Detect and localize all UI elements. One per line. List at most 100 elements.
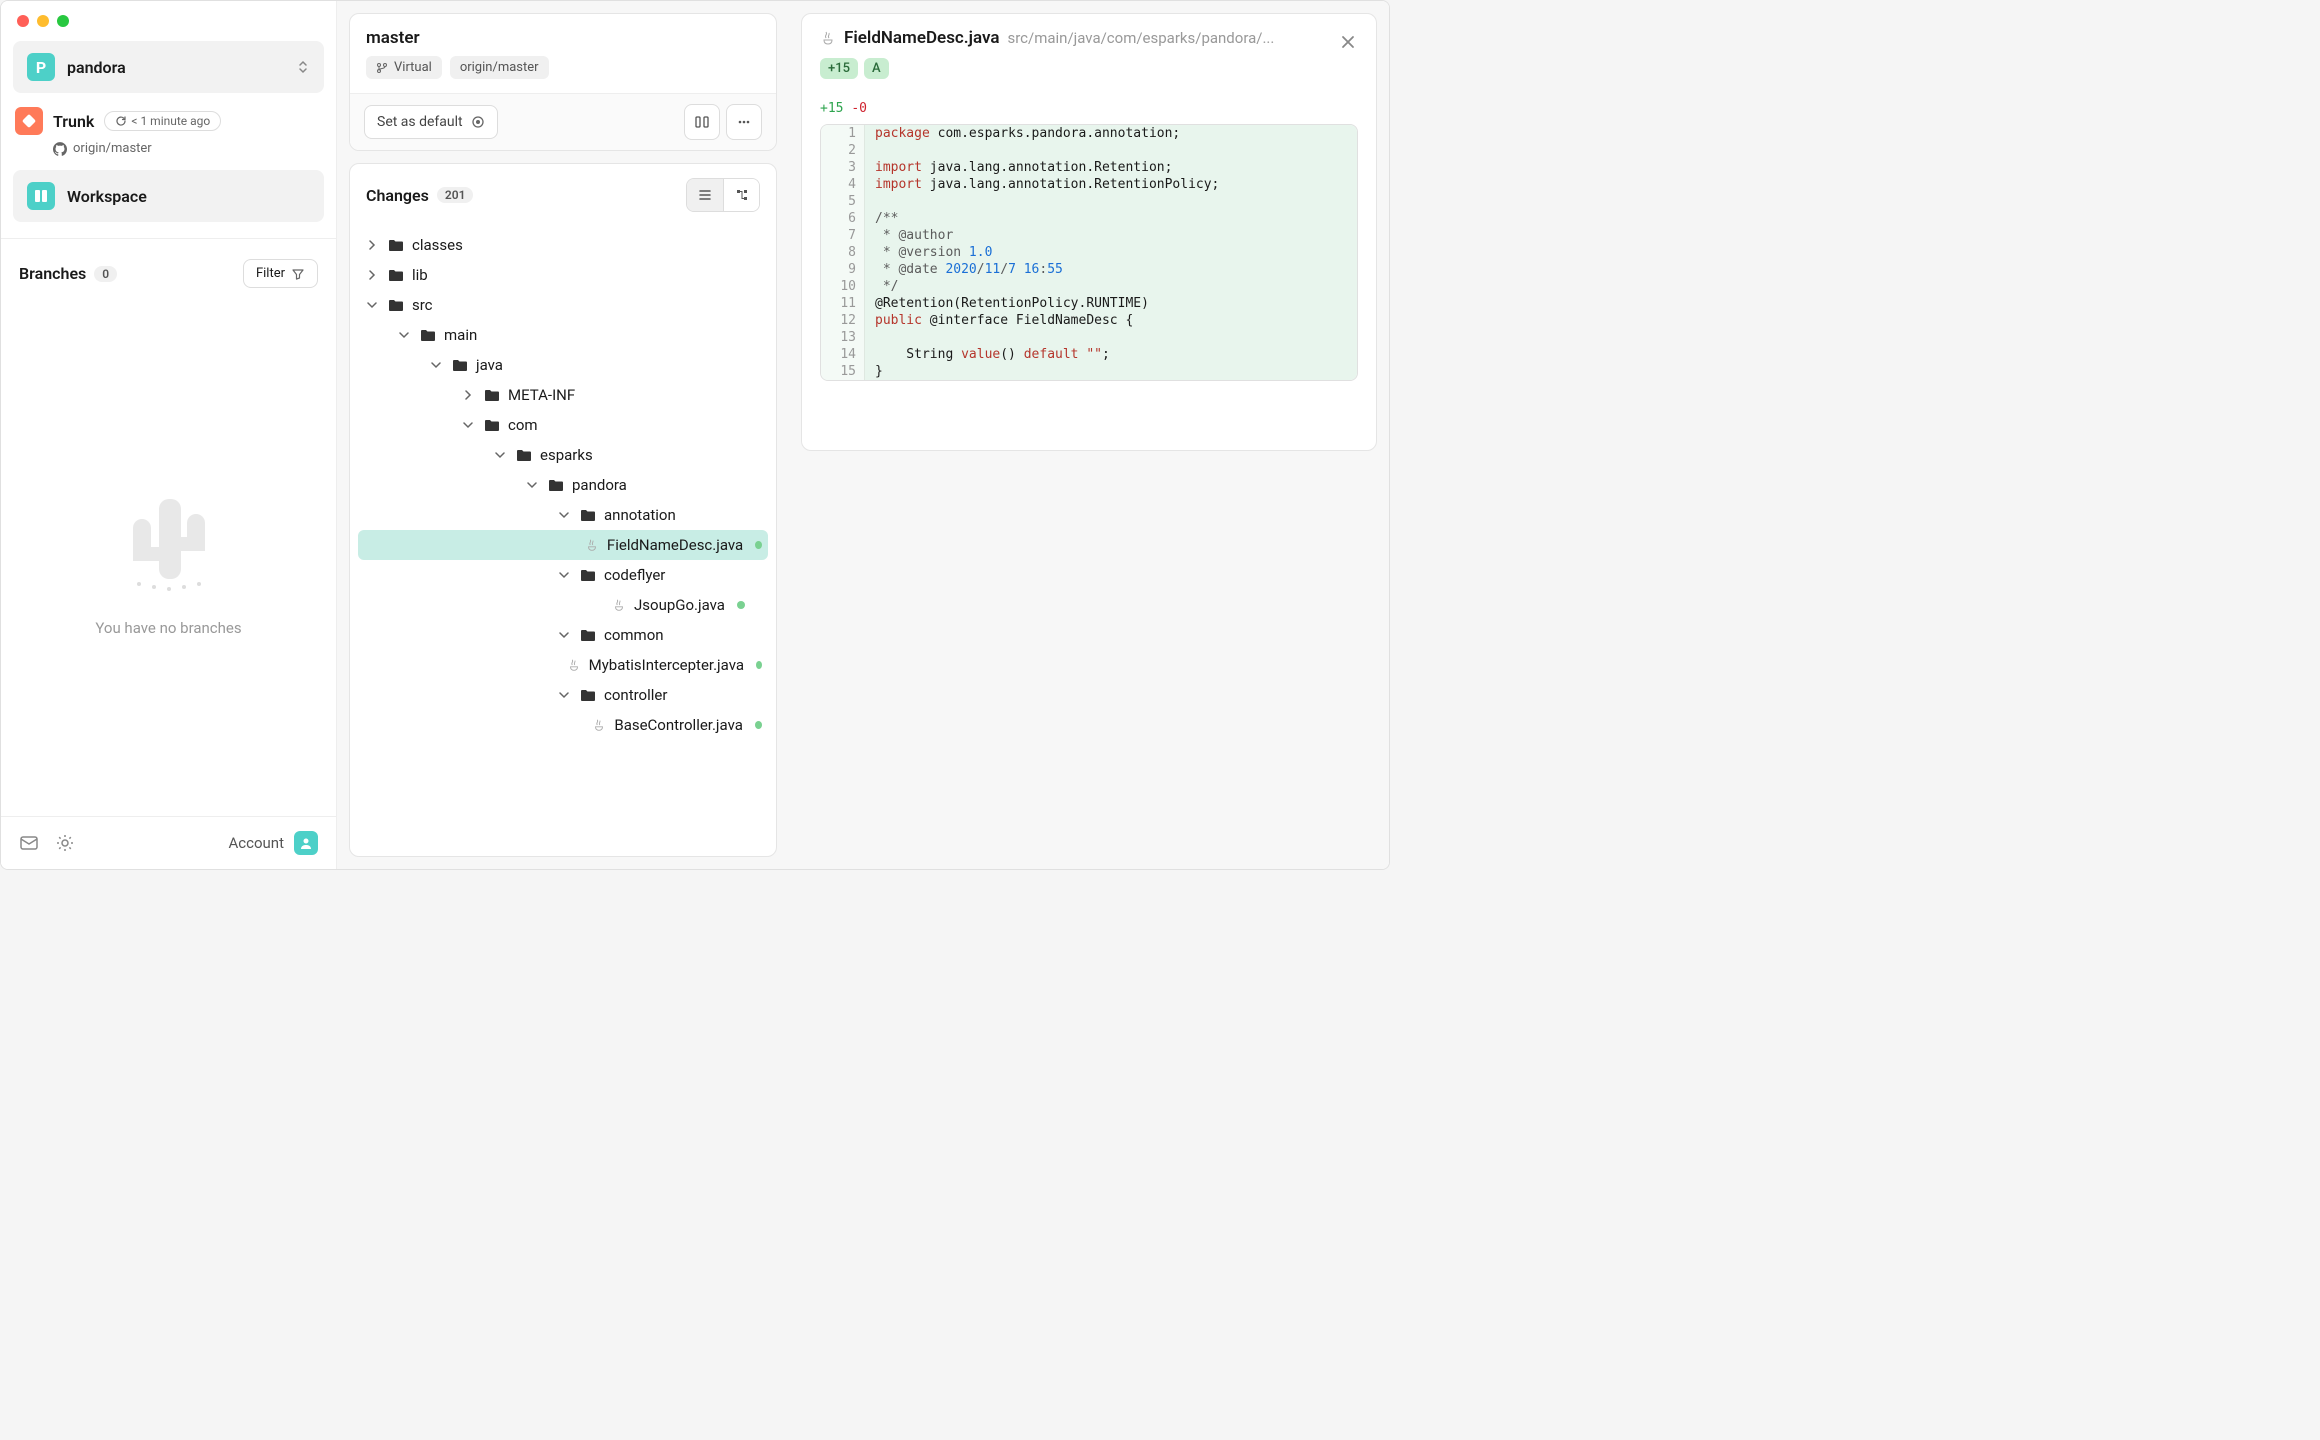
sidebar-footer: Account	[1, 816, 336, 869]
tree-folder[interactable]: esparks	[358, 440, 768, 470]
close-diff-button[interactable]	[1334, 28, 1362, 56]
tree-label: com	[508, 416, 538, 434]
chevron-icon	[524, 480, 540, 490]
tree-file[interactable]: FieldNameDesc.java	[358, 530, 768, 560]
minimize-window-icon[interactable]	[37, 15, 49, 27]
tree-label: java	[476, 356, 503, 374]
maximize-window-icon[interactable]	[57, 15, 69, 27]
repo-icon: P	[27, 53, 55, 81]
folder-icon	[580, 628, 596, 642]
branches-header: Branches 0 Filter	[1, 247, 336, 300]
branch-icon	[376, 62, 388, 74]
code-line: 7 * @author	[821, 227, 1357, 244]
folder-icon	[388, 298, 404, 312]
modified-dot-icon	[755, 541, 762, 549]
branch-name: master	[366, 28, 760, 48]
chevron-icon	[556, 630, 572, 640]
changes-count: 201	[437, 187, 474, 203]
folder-icon	[388, 238, 404, 252]
list-icon	[698, 188, 712, 202]
window-controls	[1, 1, 336, 33]
user-icon	[294, 831, 318, 855]
trunk-remote: origin/master	[53, 141, 322, 156]
tree-folder[interactable]: codeflyer	[358, 560, 768, 590]
modified-dot-icon	[756, 661, 762, 669]
java-file-icon	[820, 30, 836, 46]
folder-icon	[484, 388, 500, 402]
folder-icon	[516, 448, 532, 462]
tree-label: codeflyer	[604, 566, 665, 584]
close-window-icon[interactable]	[17, 15, 29, 27]
tree-folder[interactable]: java	[358, 350, 768, 380]
tree-file[interactable]: MybatisIntercepter.java	[358, 650, 768, 680]
code-line: 1package com.esparks.pandora.annotation;	[821, 125, 1357, 142]
chevron-icon	[364, 270, 380, 280]
workspace-icon	[27, 182, 55, 210]
code-line: 3import java.lang.annotation.Retention;	[821, 159, 1357, 176]
sidebar-item-trunk[interactable]: Trunk < 1 minute ago origin/master	[1, 101, 336, 162]
code-line: 11@Retention(RetentionPolicy.RUNTIME)	[821, 295, 1357, 312]
virtual-tag: Virtual	[366, 56, 442, 79]
middle-column: master Virtual origin/master Set as defa…	[337, 1, 789, 869]
tree-folder[interactable]: main	[358, 320, 768, 350]
chevron-icon	[396, 330, 412, 340]
mail-icon[interactable]	[19, 833, 39, 853]
folder-icon	[580, 508, 596, 522]
columns-icon	[694, 114, 710, 130]
cactus-icon	[109, 479, 229, 599]
tree-folder[interactable]: lib	[358, 260, 768, 290]
trunk-sync-badge: < 1 minute ago	[104, 111, 221, 131]
tree-label: FieldNameDesc.java	[607, 536, 743, 554]
gear-icon[interactable]	[55, 833, 75, 853]
divider	[1, 238, 336, 239]
remote-tag: origin/master	[450, 56, 549, 79]
changes-card: Changes 201 classes lib srcmain java META-IN…	[349, 163, 777, 857]
tree-folder[interactable]: com	[358, 410, 768, 440]
tree-folder[interactable]: annotation	[358, 500, 768, 530]
chevron-icon	[556, 570, 572, 580]
compare-button[interactable]	[684, 104, 720, 140]
workspace-label: Workspace	[67, 187, 147, 206]
folder-icon	[452, 358, 468, 372]
more-button[interactable]	[726, 104, 762, 140]
tree-folder[interactable]: classes	[358, 230, 768, 260]
tree-file[interactable]: BaseController.java	[358, 710, 768, 740]
filter-button[interactable]: Filter	[243, 259, 318, 288]
code-line: 12public @interface FieldNameDesc {	[821, 312, 1357, 329]
tree-folder[interactable]: META-INF	[358, 380, 768, 410]
refresh-icon	[115, 115, 127, 127]
tree-folder[interactable]: pandora	[358, 470, 768, 500]
dots-icon	[736, 114, 752, 130]
folder-icon	[420, 328, 436, 342]
tree-label: common	[604, 626, 664, 644]
sidebar-item-workspace[interactable]: Workspace	[13, 170, 324, 222]
diff-panel: FieldNameDesc.java src/main/java/com/esp…	[789, 1, 1389, 869]
java-file-icon	[567, 658, 581, 672]
chevron-icon	[364, 300, 380, 310]
folder-icon	[548, 478, 564, 492]
chevron-icon	[556, 690, 572, 700]
app-window: P pandora Trunk < 1 minute ago	[0, 0, 1390, 870]
tree-label: META-INF	[508, 386, 575, 404]
view-toggle	[686, 178, 760, 212]
branches-empty-state: You have no branches	[1, 300, 336, 816]
set-default-button[interactable]: Set as default	[364, 105, 498, 139]
tree-folder[interactable]: src	[358, 290, 768, 320]
branches-count: 0	[94, 266, 117, 282]
code-line: 14 String value() default "";	[821, 346, 1357, 363]
tree-folder[interactable]: controller	[358, 680, 768, 710]
lines-added-badge: +15	[820, 58, 858, 79]
tree-view-button[interactable]	[723, 179, 759, 211]
changes-title: Changes	[366, 186, 429, 205]
tree-label: esparks	[540, 446, 593, 464]
empty-text: You have no branches	[95, 619, 241, 637]
code-line: 8 * @version 1.0	[821, 244, 1357, 261]
tree-folder[interactable]: common	[358, 620, 768, 650]
tree-file[interactable]: JsoupGo.java	[358, 590, 768, 620]
repo-selector[interactable]: P pandora	[13, 41, 324, 93]
tree-label: classes	[412, 236, 463, 254]
tree-label: lib	[412, 266, 428, 284]
java-file-icon	[585, 538, 599, 552]
list-view-button[interactable]	[687, 179, 723, 211]
account-button[interactable]: Account	[228, 831, 318, 855]
